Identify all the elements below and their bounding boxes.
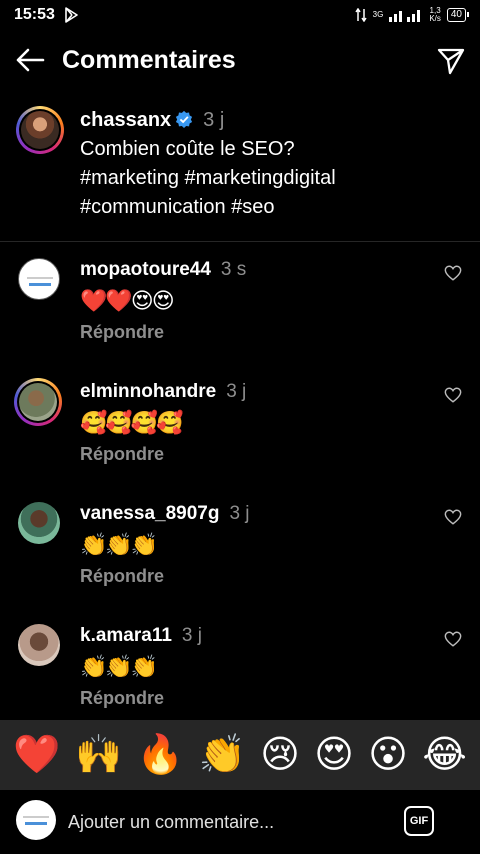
comment-avatar[interactable] xyxy=(18,502,60,544)
heart-outline-icon[interactable] xyxy=(444,508,462,526)
arrow-left-icon xyxy=(16,48,45,72)
caption-line-1: Combien coûte le SEO? xyxy=(80,138,295,160)
comment-username[interactable]: elminnohandre xyxy=(80,381,216,402)
comment-username[interactable]: mopaotoure44 xyxy=(80,259,211,280)
caption-username[interactable]: chassanx xyxy=(80,109,171,131)
emoji-crying[interactable]: 😢 xyxy=(260,735,300,775)
gif-button[interactable]: GIF xyxy=(404,806,434,836)
comment-time: 3 j xyxy=(226,381,247,402)
emoji-quick-bar: ❤️ 🙌 🔥 👏 😢 😍 😮 😂 xyxy=(0,720,480,790)
reply-button[interactable]: Répondre xyxy=(80,444,246,465)
reply-button[interactable]: Répondre xyxy=(80,322,246,343)
verified-badge-icon xyxy=(176,110,193,128)
comment-text: 👏👏👏 xyxy=(80,532,158,557)
play-store-icon xyxy=(65,7,78,23)
comment-time: 3 s xyxy=(220,259,247,280)
back-button[interactable] xyxy=(0,34,60,86)
reply-button[interactable]: Répondre xyxy=(80,566,250,587)
comment-text: 🥰🥰🥰🥰 xyxy=(80,410,184,435)
header-bar: Commentaires xyxy=(0,34,480,86)
comment-avatar[interactable] xyxy=(18,624,60,666)
post-caption: chassanx 3 j Combien coûte le SEO? #marke… xyxy=(0,100,480,242)
comment-avatar[interactable] xyxy=(14,378,62,426)
emoji-laughing[interactable]: 😂 xyxy=(422,735,466,775)
comment-item: mopaotoure44 3 s ❤️❤️😍😍 Répondre xyxy=(0,258,480,380)
caption-author-avatar[interactable] xyxy=(16,106,64,154)
status-bar: 15:53 3G 1,3 K/s 40 xyxy=(0,0,480,30)
paper-plane-icon[interactable] xyxy=(436,46,466,76)
comment-time: 3 j xyxy=(229,503,250,524)
heart-outline-icon[interactable] xyxy=(444,630,462,648)
data-transfer-icon xyxy=(355,8,367,22)
comment-input[interactable] xyxy=(68,808,368,836)
data-speed: 1,3 K/s xyxy=(429,6,441,23)
emoji-raised-hands[interactable]: 🙌 xyxy=(75,735,122,775)
emoji-heart-eyes[interactable]: 😍 xyxy=(314,735,354,775)
heart-outline-icon[interactable] xyxy=(444,264,462,282)
comment-item: elminnohandre 3 j 🥰🥰🥰🥰 Répondre xyxy=(0,378,480,502)
heart-outline-icon[interactable] xyxy=(444,386,462,404)
comment-text: ❤️❤️😍😍 xyxy=(80,288,175,313)
comment-username[interactable]: k.amara11 xyxy=(80,625,172,646)
caption-line-3[interactable]: #communication #seo xyxy=(80,193,460,222)
emoji-fire[interactable]: 🔥 xyxy=(137,735,184,775)
comment-time: 3 j xyxy=(181,625,202,646)
page-title: Commentaires xyxy=(62,45,236,74)
emoji-surprised[interactable]: 😮 xyxy=(368,735,408,775)
status-time: 15:53 xyxy=(14,6,55,23)
comment-text: 👏👏👏 xyxy=(80,654,158,679)
comment-username[interactable]: vanessa_8907g xyxy=(80,503,219,524)
caption-time: 3 j xyxy=(203,109,225,131)
battery-icon: 40 xyxy=(446,8,470,22)
emoji-clap[interactable]: 👏 xyxy=(198,735,245,775)
reply-button[interactable]: Répondre xyxy=(80,688,202,709)
current-user-avatar xyxy=(16,800,56,840)
comment-item: vanessa_8907g 3 j 👏👏👏 Répondre xyxy=(0,502,480,624)
emoji-heart[interactable]: ❤️ xyxy=(13,735,60,775)
comment-input-bar: GIF xyxy=(0,790,480,854)
signal-icon xyxy=(389,10,421,22)
network-type: 3G xyxy=(372,10,384,19)
caption-line-2[interactable]: #marketing #marketingdigital xyxy=(80,164,460,193)
comment-avatar[interactable] xyxy=(18,258,60,300)
